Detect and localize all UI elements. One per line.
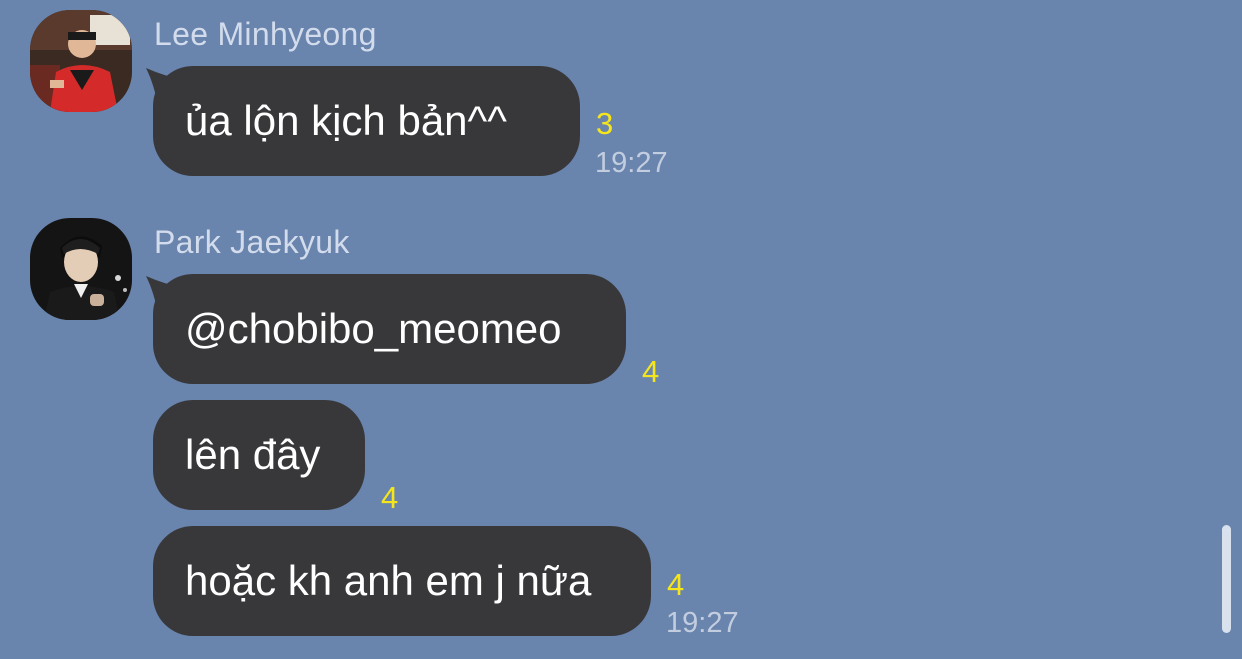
message-text: lên đây xyxy=(185,431,321,478)
sender-name: Lee Minhyeong xyxy=(154,16,377,52)
chat-view: Lee Minhyeong ủa lộn kịch bản^^ 3 19:27 … xyxy=(0,0,1242,659)
avatar[interactable] xyxy=(30,218,132,320)
profile-photo-icon xyxy=(30,10,132,112)
profile-photo-icon xyxy=(30,218,132,320)
message-time: 19:27 xyxy=(595,147,668,179)
message-bubble[interactable]: lên đây xyxy=(153,400,365,510)
message-bubble[interactable]: ủa lộn kịch bản^^ xyxy=(153,66,580,176)
unread-count: 4 xyxy=(381,480,399,515)
message-text: @chobibo_meomeo xyxy=(185,305,562,352)
avatar[interactable] xyxy=(30,10,132,112)
message-time: 19:27 xyxy=(666,607,739,639)
message-text: ủa lộn kịch bản^^ xyxy=(185,97,507,144)
message-bubble[interactable]: @chobibo_meomeo xyxy=(153,274,626,384)
unread-count: 4 xyxy=(667,567,685,602)
message-bubble[interactable]: hoặc kh anh em j nữa xyxy=(153,526,651,636)
unread-count: 4 xyxy=(642,354,660,389)
unread-count: 3 xyxy=(596,106,614,141)
scrollbar[interactable] xyxy=(1222,525,1231,633)
message-text: hoặc kh anh em j nữa xyxy=(185,557,592,604)
sender-name: Park Jaekyuk xyxy=(154,224,350,260)
